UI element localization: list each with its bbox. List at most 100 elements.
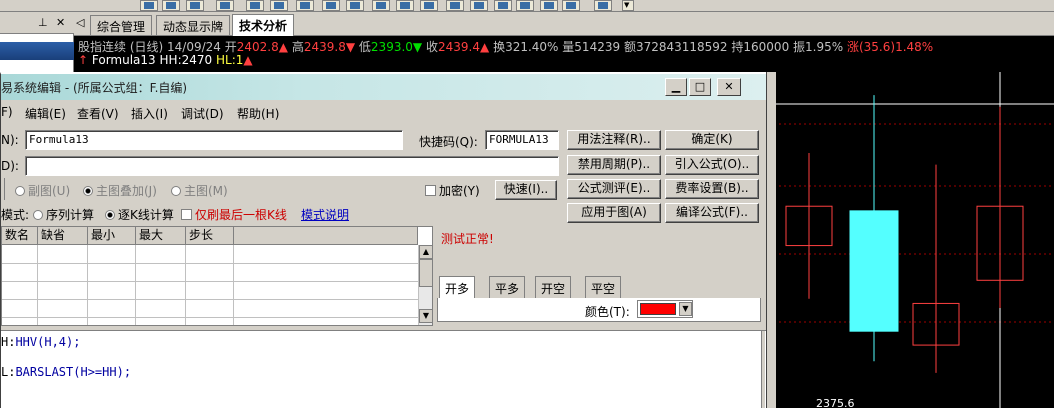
param-table-scrollbar[interactable]: ▲ ▼	[418, 245, 433, 325]
tab-close-long[interactable]: 平多	[489, 276, 526, 298]
grid-line	[87, 245, 88, 325]
dialog-menubar: F) 编辑(E) 查看(V) 插入(I) 调试(D) 帮助(H)	[1, 102, 767, 122]
chart-icon	[520, 2, 530, 9]
pin-icon[interactable]: ⊥	[38, 16, 48, 29]
toolbar-button-10[interactable]	[372, 0, 390, 11]
last-bar-only-checkbox[interactable]: 仅刷最后一根K线	[181, 206, 287, 223]
menu-view[interactable]: 查看(V)	[77, 105, 119, 122]
toolbar-button-11[interactable]	[396, 0, 414, 11]
toolbar: ▼	[0, 0, 1054, 12]
toolbar-button-3[interactable]	[186, 0, 204, 11]
code-line-2: L:BARSLAST(H>=HH);	[1, 365, 131, 379]
ok-button[interactable]: 确定(K)	[665, 130, 759, 150]
last-bar-only-label: 仅刷最后一根K线	[195, 208, 287, 222]
radio-main-overlay[interactable]: 主图叠加(J)	[83, 182, 157, 199]
toolbar-button-12[interactable]	[420, 0, 438, 11]
toolbar-button-8[interactable]	[322, 0, 340, 11]
shortcut-input[interactable]: FORMULA13	[485, 130, 559, 150]
tab-dynamic-board[interactable]: 动态显示牌	[156, 15, 231, 35]
minimize-button[interactable]: ▁	[665, 78, 687, 96]
radio-sequence-label: 序列计算	[46, 208, 95, 222]
toolbar-button-19[interactable]	[594, 0, 612, 11]
forbid-period-button[interactable]: 禁用周期(P)..	[567, 155, 661, 175]
radio-dot	[83, 186, 93, 196]
chart-icon	[274, 2, 284, 9]
chart-icon	[566, 2, 576, 9]
usage-notes-button[interactable]: 用法注释(R)..	[567, 130, 661, 150]
toolbar-button-17[interactable]	[540, 0, 558, 11]
encrypt-checkbox[interactable]: 加密(Y)	[425, 182, 480, 199]
grid-line	[2, 281, 418, 282]
tab-close-short[interactable]: 平空	[585, 276, 622, 298]
toolbar-button-15[interactable]	[494, 0, 512, 11]
close-icon: ✕	[724, 80, 734, 93]
toolbar-button-13[interactable]	[446, 0, 464, 11]
toolbar-button-5[interactable]	[246, 0, 264, 11]
tab-open-long[interactable]: 开多	[439, 276, 476, 300]
menu-help[interactable]: 帮助(H)	[237, 105, 279, 122]
chart-icon	[326, 2, 336, 9]
formula-editor-dialog: 易系统编辑 - (所属公式组：F.自编) ▁ □ ✕ F) 编辑(E) 查看(V…	[0, 72, 768, 408]
scroll-up-icon[interactable]: ▲	[419, 245, 433, 259]
compile-formula-button[interactable]: 编译公式(F)..	[665, 203, 759, 223]
toolbar-button-1[interactable]	[140, 0, 158, 11]
toolbar-button-4[interactable]	[216, 0, 234, 11]
formula-name-input[interactable]: Formula13	[25, 130, 403, 150]
close-button[interactable]: ✕	[717, 78, 741, 96]
chart-icon	[376, 2, 386, 9]
grid-line	[233, 245, 234, 325]
maximize-icon: □	[694, 80, 706, 93]
toolbar-button-16[interactable]	[516, 0, 534, 11]
toolbar-button-7[interactable]	[296, 0, 314, 11]
code-editor[interactable]: H:HHV(H,4); L:BARSLAST(H>=HH);	[1, 330, 767, 408]
tab-open-short[interactable]: 开空	[535, 276, 572, 298]
radio-kline-mode[interactable]: 逐K线计算	[105, 206, 174, 223]
color-picker[interactable]: ▼	[637, 300, 693, 318]
menu-file[interactable]: F)	[1, 105, 13, 119]
toolbar-button-9[interactable]	[346, 0, 364, 11]
mode-label: 模式:	[1, 208, 30, 222]
close-icon[interactable]: ✕	[56, 16, 65, 29]
left-panel-selection[interactable]	[0, 42, 74, 60]
dialog-titlebar[interactable]: 易系统编辑 - (所属公式组：F.自编) ▁ □ ✕	[1, 74, 767, 100]
tab-management[interactable]: 综合管理	[90, 15, 153, 35]
radio-sub-chart[interactable]: 副图(U)	[15, 182, 70, 199]
fee-settings-button[interactable]: 费率设置(B)..	[665, 179, 759, 199]
radio-dot	[15, 186, 25, 196]
editor-scrollbar[interactable]	[761, 331, 765, 408]
shortcut-label: 快捷码(Q):	[419, 135, 478, 149]
radio-sequence-mode[interactable]: 序列计算	[33, 206, 94, 223]
chart-icon	[544, 2, 554, 9]
left-panel-header: ⊥ ✕	[0, 12, 74, 34]
formula-test-button[interactable]: 公式测评(E)..	[567, 179, 661, 199]
toolbar-button-2[interactable]	[162, 0, 180, 11]
radio-main-chart-label: 主图(M)	[184, 184, 228, 198]
toolbar-overflow-button[interactable]: ▼	[622, 0, 634, 11]
quick-button[interactable]: 快速(I)..	[495, 180, 557, 200]
toolbar-button-6[interactable]	[270, 0, 288, 11]
chevron-down-icon: ▼	[624, 1, 630, 9]
code-line-1: H:HHV(H,4);	[1, 335, 80, 349]
apply-to-chart-button[interactable]: 应用于图(A)	[567, 203, 661, 223]
scroll-down-icon[interactable]: ▼	[419, 309, 433, 323]
signal-tabs: 开多 平多 开空 平空	[439, 276, 759, 300]
dialog-right-edge	[766, 72, 776, 408]
chevron-down-icon[interactable]: ▼	[679, 302, 692, 316]
parameter-table[interactable]: 数名 缺省 最小 最大 步长 ▲ ▼	[1, 226, 433, 326]
menu-insert[interactable]: 插入(I)	[131, 105, 168, 122]
checkbox-box	[425, 185, 436, 196]
description-input[interactable]	[25, 156, 559, 176]
tab-scroll-left-icon[interactable]: ◁	[76, 16, 84, 29]
toolbar-button-14[interactable]	[470, 0, 488, 11]
maximize-button[interactable]: □	[689, 78, 711, 96]
scroll-thumb[interactable]	[419, 259, 433, 287]
menu-debug[interactable]: 调试(D)	[181, 105, 224, 122]
chart-icon	[498, 2, 508, 9]
radio-main-chart[interactable]: 主图(M)	[171, 182, 228, 199]
tab-technical-analysis[interactable]: 技术分析	[232, 14, 295, 36]
menu-edit[interactable]: 编辑(E)	[25, 105, 66, 122]
test-status-message: 测试正常!	[441, 232, 494, 246]
mode-help-link[interactable]: 模式说明	[301, 206, 349, 223]
import-formula-button[interactable]: 引入公式(O)..	[665, 155, 759, 175]
toolbar-button-18[interactable]	[562, 0, 580, 11]
